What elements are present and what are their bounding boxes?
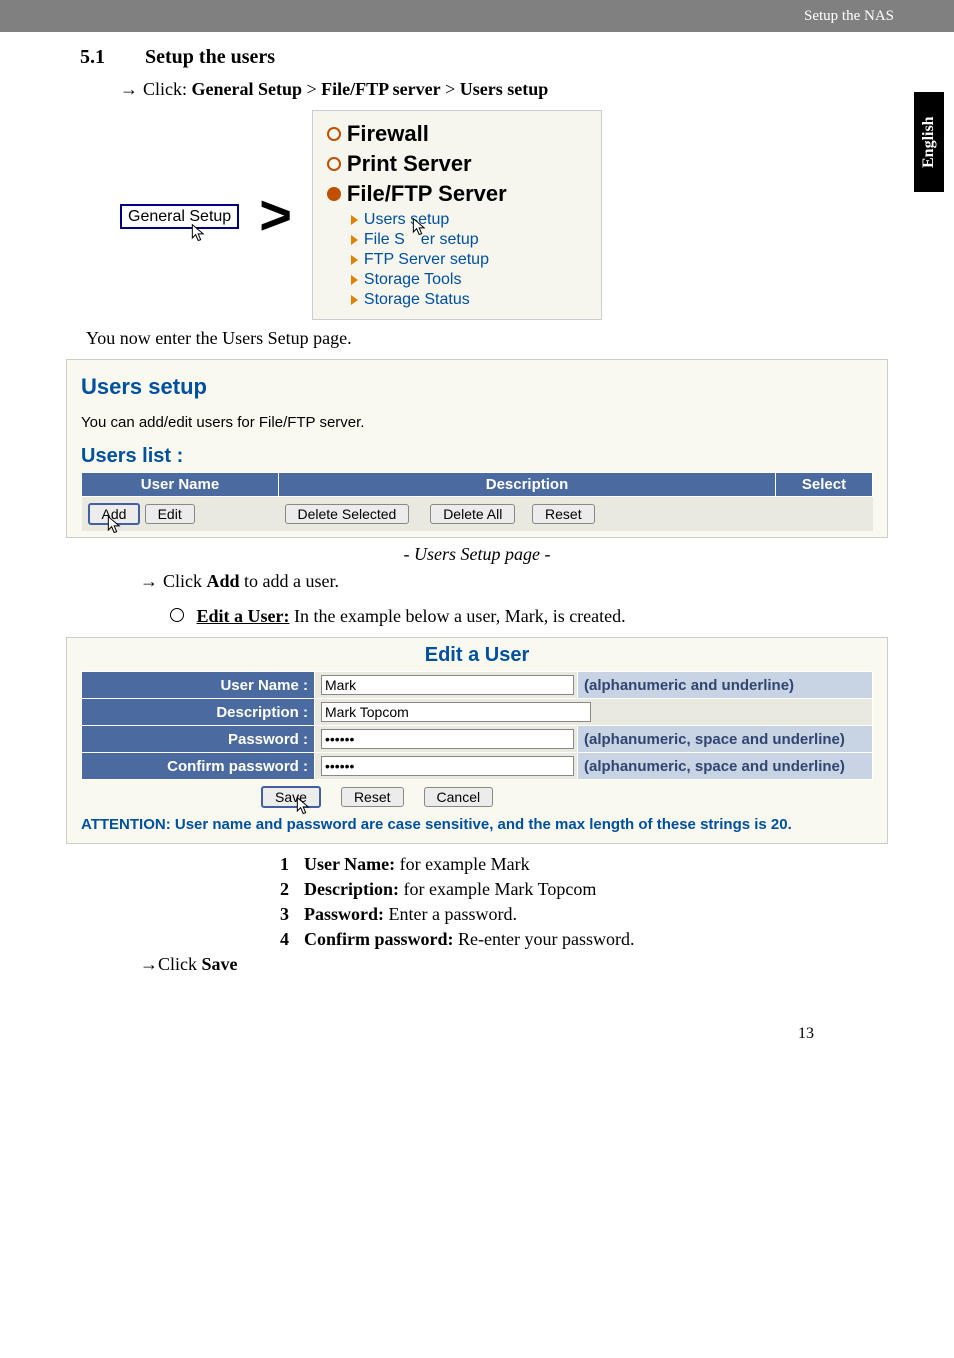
click-path: → Click: General Setup > File/FTP server…	[120, 79, 874, 100]
hint-user-name: (alphanumeric and underline)	[578, 672, 873, 699]
delete-selected-button[interactable]: Delete Selected	[285, 504, 410, 524]
header-bar: Setup the NAS	[0, 0, 954, 32]
chevron-right-icon: >	[259, 198, 292, 232]
password-input[interactable]	[321, 729, 574, 749]
hint-password: (alphanumeric, space and underline)	[578, 726, 873, 753]
label-confirm-password: Confirm password :	[82, 753, 315, 780]
edit-user-intro: Edit a User: In the example below a user…	[170, 606, 874, 627]
list-item: 3Password: Enter a password.	[280, 904, 874, 925]
delete-all-button[interactable]: Delete All	[430, 504, 515, 524]
menu-users-setup[interactable]: Users setup	[351, 211, 587, 229]
section-title: Setup the users	[145, 46, 275, 68]
list-item: 4Confirm password: Re-enter your passwor…	[280, 929, 874, 950]
menu-firewall[interactable]: Firewall	[327, 121, 587, 147]
list-item: 2Description: for example Mark Topcom	[280, 879, 874, 900]
table-row: Add Edit	[82, 497, 279, 532]
label-password: Password :	[82, 726, 315, 753]
cursor-icon	[411, 217, 429, 237]
users-setup-caption: - Users Setup page -	[80, 544, 874, 565]
table-row: Delete Selected Delete All Reset	[279, 497, 776, 532]
edit-user-panel: Edit a User User Name : (alphanumeric an…	[66, 637, 888, 844]
table-row	[776, 497, 873, 532]
label-description: Description :	[82, 699, 315, 726]
user-name-input[interactable]	[321, 675, 574, 695]
section-number: 5.1	[80, 46, 140, 69]
users-setup-panel: Users setup You can add/edit users for F…	[66, 359, 888, 538]
confirm-password-input[interactable]	[321, 756, 574, 776]
field-list: 1User Name: for example Mark 2Descriptio…	[280, 854, 874, 950]
menu-ftp-server-setup[interactable]: FTP Server setup	[351, 251, 587, 269]
menu-file-server-setup[interactable]: File Sxxer setup	[351, 231, 587, 249]
attention-text: ATTENTION: User name and password are ca…	[81, 816, 873, 833]
circle-bullet-icon	[170, 608, 184, 622]
menu-file-ftp-server[interactable]: File/FTP Server	[327, 181, 587, 207]
edit-user-form: User Name : (alphanumeric and underline)…	[81, 671, 873, 780]
col-user-name: User Name	[82, 473, 279, 497]
cursor-icon	[190, 223, 208, 243]
add-instruction: → Click Add to add a user.	[140, 571, 874, 592]
menu-box: Firewall Print Server File/FTP Server Us…	[312, 110, 602, 320]
enter-text: You now enter the Users Setup page.	[86, 328, 874, 349]
reset-button[interactable]: Reset	[532, 504, 595, 524]
users-setup-desc: You can add/edit users for File/FTP serv…	[81, 414, 873, 431]
description-input[interactable]	[321, 702, 591, 722]
hint-confirm-password: (alphanumeric, space and underline)	[578, 753, 873, 780]
general-setup-button[interactable]: General Setup	[120, 204, 239, 229]
cursor-icon	[106, 515, 124, 535]
menu-storage-status[interactable]: Storage Status	[351, 291, 587, 309]
section-heading: 5.1 Setup the users	[80, 46, 874, 69]
col-select: Select	[776, 473, 873, 497]
users-list-title: Users list :	[81, 445, 873, 468]
menu-storage-tools[interactable]: Storage Tools	[351, 271, 587, 289]
label-user-name: User Name :	[82, 672, 315, 699]
menu-print-server[interactable]: Print Server	[327, 151, 587, 177]
col-description: Description	[279, 473, 776, 497]
nav-figure: General Setup > Firewall Print Server Fi…	[120, 110, 874, 320]
form-reset-button[interactable]: Reset	[341, 787, 404, 807]
edit-button[interactable]: Edit	[145, 504, 195, 524]
page-number: 13	[80, 1025, 874, 1043]
save-instruction: →Click Save	[140, 954, 874, 975]
language-tab: English	[914, 92, 944, 192]
list-item: 1User Name: for example Mark	[280, 854, 874, 875]
form-button-row: Save Reset Cancel	[81, 780, 873, 812]
users-setup-title: Users setup	[81, 374, 873, 400]
cursor-icon	[295, 796, 313, 816]
edit-user-title: Edit a User	[81, 640, 873, 671]
cancel-button[interactable]: Cancel	[424, 787, 494, 807]
breadcrumb: Setup the NAS	[804, 8, 894, 25]
users-list-table: User Name Description Select Add Edit De…	[81, 472, 873, 531]
